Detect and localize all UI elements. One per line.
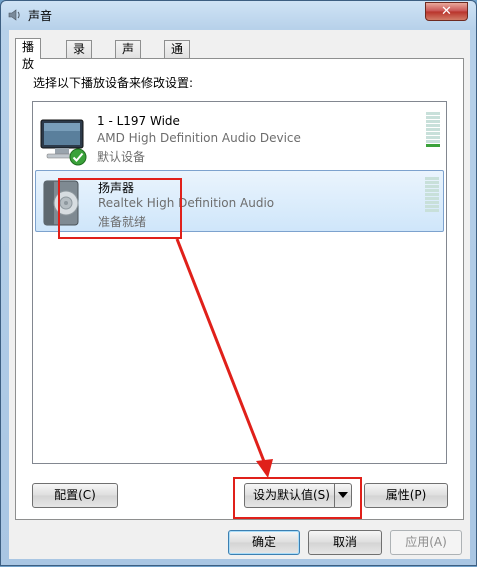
tab-playback[interactable]: 播放 <box>15 38 42 71</box>
playback-device-list[interactable]: 1 - L197 Wide AMD High Definition Audio … <box>32 101 447 464</box>
window-title: 声音 <box>28 9 53 23</box>
title-bar[interactable]: 声音 ✕ <box>1 1 476 29</box>
tab-sounds[interactable]: 声音 <box>115 40 142 73</box>
default-check-icon <box>69 148 87 166</box>
device-status: 默认设备 <box>97 150 146 164</box>
volume-meter <box>426 112 440 152</box>
device-item-l197-wide[interactable]: 1 - L197 Wide AMD High Definition Audio … <box>35 106 444 168</box>
close-button[interactable]: ✕ <box>425 2 468 21</box>
ok-button[interactable]: 确定 <box>228 530 300 555</box>
configure-button[interactable]: 配置(C) <box>32 483 118 508</box>
tab-communications[interactable]: 通信 <box>164 40 191 73</box>
instruction-text: 选择以下播放设备来修改设置: <box>33 76 194 90</box>
volume-meter <box>425 177 439 217</box>
close-icon: ✕ <box>441 4 452 19</box>
cancel-button[interactable]: 取消 <box>308 530 382 555</box>
sound-dialog-window: 声音 ✕ 播放 录制 声音 通信 选择以下播放设备来修改设置: <box>0 0 477 566</box>
annotation-highlight-speaker <box>58 178 182 239</box>
device-name: 1 - L197 Wide <box>97 114 180 128</box>
apply-button[interactable]: 应用(A) <box>390 530 462 555</box>
tab-recording[interactable]: 录制 <box>66 40 93 73</box>
annotation-highlight-set-default <box>233 477 362 519</box>
speaker-app-icon <box>8 9 20 21</box>
properties-button[interactable]: 属性(P) <box>364 483 448 508</box>
device-description: AMD High Definition Audio Device <box>97 131 301 145</box>
playback-panel: 选择以下播放设备来修改设置: 1 - L197 Wide AMD High De… <box>15 58 464 520</box>
